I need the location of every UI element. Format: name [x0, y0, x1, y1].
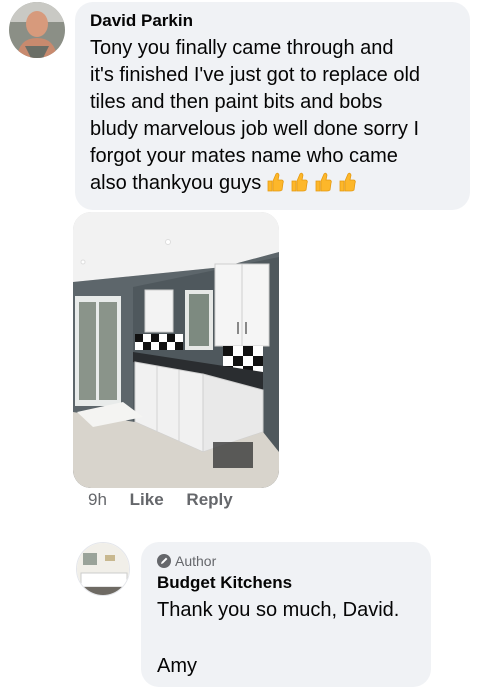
reply-author-name[interactable]: Budget Kitchens — [157, 573, 292, 593]
thumbs-up-icon — [337, 171, 357, 193]
reply-avatar[interactable] — [76, 542, 130, 596]
comment-actions: 9h Like Reply — [88, 490, 251, 510]
comment-line-text: also thankyou guys — [90, 172, 262, 194]
reply-body: Thank you so much, David. — [157, 599, 400, 621]
thumbs-up-icon — [289, 171, 309, 193]
thumbs-up-icon — [313, 171, 333, 193]
comment-body: Tony you finally came through and it's f… — [90, 35, 465, 197]
comment-line: tiles and then paint bits and bobs — [90, 91, 383, 113]
pencil-icon — [157, 554, 171, 568]
author-badge-label: Author — [175, 553, 217, 569]
comment-line: bludy marvelous job well done sorry I — [90, 118, 420, 140]
comment-line: also thankyou guys — [90, 170, 465, 197]
comment-line: it's finished I've just got to replace o… — [90, 64, 421, 86]
comment-line: Tony you finally came through and — [90, 37, 394, 59]
comment-line: forgot your mates name who came — [90, 145, 398, 167]
author-badge: Author — [157, 553, 216, 569]
thumbs-up-icon — [265, 171, 285, 193]
comment-timestamp[interactable]: 9h — [88, 490, 107, 509]
kitchen-photo[interactable] — [73, 212, 279, 488]
like-button[interactable]: Like — [130, 490, 164, 509]
reply-signature: Amy — [157, 655, 197, 677]
comment-author-name[interactable]: David Parkin — [90, 11, 193, 31]
reply-bubble: Author Budget Kitchens Thank you so much… — [141, 542, 431, 687]
commenter-avatar[interactable] — [9, 2, 65, 58]
comment-bubble: David Parkin Tony you finally came throu… — [75, 2, 470, 210]
reply-button[interactable]: Reply — [186, 490, 232, 509]
